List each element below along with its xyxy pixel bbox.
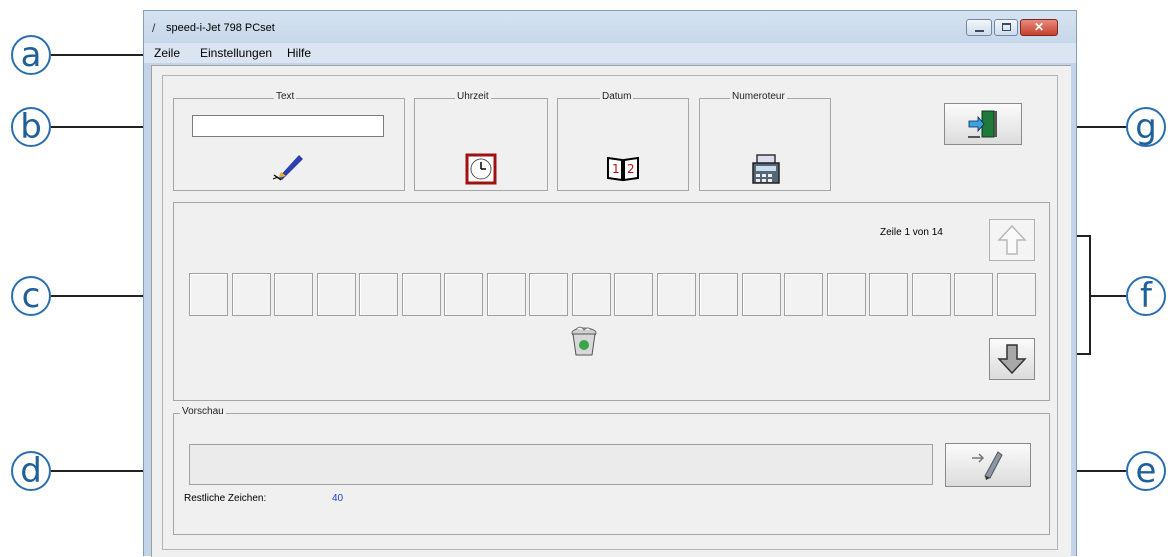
clock-icon[interactable] [465, 153, 497, 185]
text-input[interactable] [192, 115, 384, 137]
char-cell-4[interactable] [316, 273, 356, 316]
numbering-stamp-icon[interactable] [750, 153, 782, 185]
callout-g: g [1126, 107, 1166, 147]
char-cell-1[interactable] [189, 273, 228, 316]
callout-c: c [11, 276, 51, 316]
callout-a: a [11, 35, 51, 75]
time-group-label: Uhrzeit [455, 91, 491, 102]
exit-button[interactable] [944, 103, 1022, 145]
pen-icon[interactable] [272, 151, 306, 181]
char-row [189, 273, 1036, 316]
callout-g-label: g [1135, 107, 1157, 147]
time-group: Uhrzeit [414, 91, 548, 191]
row-info: Zeile 1 von 14 [880, 227, 943, 238]
callout-f-label: f [1140, 276, 1152, 316]
callout-e: e [1126, 451, 1166, 491]
char-cell-3[interactable] [274, 273, 313, 316]
char-cell-7[interactable] [444, 273, 483, 316]
arrow-down-icon [996, 342, 1028, 376]
menu-einstellungen[interactable]: Einstellungen [200, 46, 272, 60]
char-cell-9[interactable] [529, 273, 568, 316]
char-cell-17[interactable] [869, 273, 908, 316]
client-area: Text Uhrzeit Datum 1 2 Numeroteur Zeile … [151, 65, 1071, 557]
line-panel: Zeile 1 von 14 [173, 202, 1050, 401]
callout-a-label: a [20, 35, 42, 75]
char-cell-20[interactable] [996, 273, 1036, 316]
callout-b-line [51, 126, 143, 128]
svg-text:1: 1 [612, 162, 620, 176]
print-button[interactable] [945, 443, 1031, 487]
date-group: Datum 1 2 [557, 91, 689, 191]
text-group-label: Text [274, 91, 297, 102]
callout-e-label: e [1135, 451, 1157, 491]
char-cell-15[interactable] [784, 273, 823, 316]
callout-c-line [51, 295, 143, 297]
minimize-icon [975, 30, 984, 32]
menu-hilfe[interactable]: Hilfe [287, 46, 311, 60]
char-cell-16[interactable] [826, 273, 866, 316]
main-frame: Text Uhrzeit Datum 1 2 Numeroteur Zeile … [162, 75, 1058, 550]
char-cell-8[interactable] [486, 273, 526, 316]
print-pen-icon [970, 450, 1006, 480]
preview-group: Vorschau Restliche Zeichen: 40 [173, 406, 1050, 535]
date-group-label: Datum [600, 91, 634, 102]
numbering-group-label: Numeroteur [730, 91, 787, 102]
callout-f: f [1126, 276, 1166, 316]
close-button[interactable]: ✕ [1020, 19, 1058, 36]
menu-zeile[interactable]: Zeile [154, 46, 180, 60]
char-cell-14[interactable] [741, 273, 781, 316]
text-group: Text [173, 91, 405, 191]
callout-d-line [51, 470, 143, 472]
exit-door-icon [966, 109, 1000, 139]
maximize-icon [1002, 23, 1011, 31]
arrow-up-icon [996, 223, 1028, 257]
callout-c-label: c [21, 276, 41, 316]
char-cell-2[interactable] [231, 273, 271, 316]
numbering-group: Numeroteur [699, 91, 831, 191]
char-cell-5[interactable] [359, 273, 398, 316]
menu-bar: Zeile Einstellungen Hilfe [144, 43, 1076, 63]
close-icon: ✕ [1033, 20, 1045, 34]
maximize-button[interactable] [994, 19, 1018, 36]
remaining-value: 40 [332, 493, 344, 504]
callout-f-hline [1089, 295, 1126, 297]
char-cell-6[interactable] [401, 273, 441, 316]
preview-field [189, 444, 933, 485]
char-cell-10[interactable] [571, 273, 611, 316]
char-cell-12[interactable] [656, 273, 696, 316]
char-cell-18[interactable] [911, 273, 951, 316]
preview-group-label: Vorschau [180, 406, 226, 417]
callout-d: d [11, 451, 51, 491]
calendar-icon[interactable]: 1 2 [606, 154, 640, 182]
char-cell-19[interactable] [954, 273, 993, 316]
app-window: / speed-i-Jet 798 PCset ✕ Zeile Einstell… [143, 10, 1077, 557]
minimize-button[interactable] [966, 19, 992, 36]
window-title: speed-i-Jet 798 PCset [166, 22, 275, 34]
title-bar[interactable]: / speed-i-Jet 798 PCset ✕ [144, 11, 1076, 43]
remaining-label: Restliche Zeichen: [184, 493, 267, 504]
callout-d-label: d [20, 451, 42, 491]
callout-a-line [51, 54, 143, 56]
callout-b: b [11, 107, 51, 147]
svg-text:2: 2 [627, 162, 635, 176]
char-cell-11[interactable] [614, 273, 653, 316]
recycle-bin-icon[interactable] [567, 324, 601, 358]
row-down-button[interactable] [989, 338, 1035, 380]
row-up-button[interactable] [989, 219, 1035, 261]
app-icon: / [152, 21, 156, 35]
callout-b-label: b [20, 107, 42, 147]
char-cell-13[interactable] [699, 273, 738, 316]
